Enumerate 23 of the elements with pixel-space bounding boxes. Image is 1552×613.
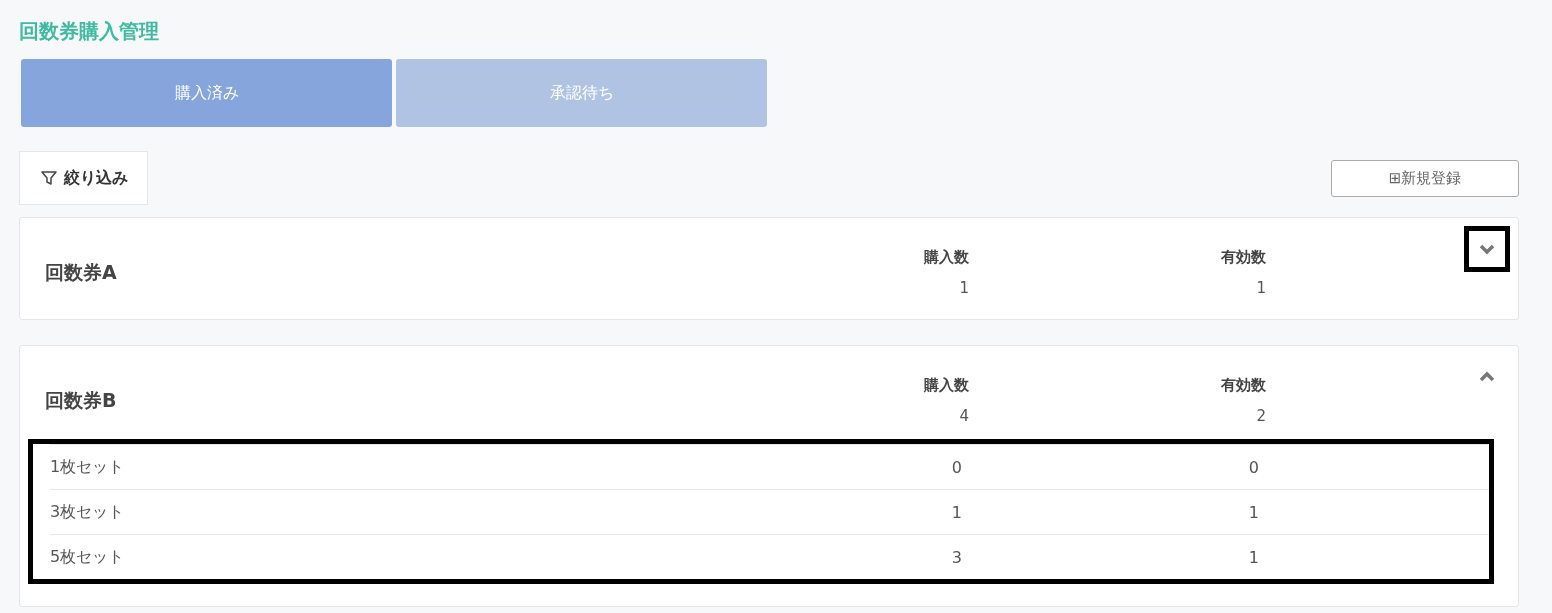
set-name: 5枚セット [50,546,126,568]
column-label: 有効数 [1221,248,1266,267]
set-name: 1枚セット [50,456,126,478]
column-label: 購入数 [924,248,969,267]
purchased-count: 1 [959,279,969,297]
filter-button[interactable]: 絞り込み [19,151,148,205]
valid-count: 1 [1248,502,1259,522]
valid-count: 0 [1248,457,1259,477]
column-label: 購入数 [924,376,969,395]
purchased-count: 0 [951,457,962,477]
column-label: 有効数 [1221,376,1266,395]
valid-count: 1 [1248,547,1259,567]
purchased-count: 1 [951,502,962,522]
ticket-name: 回数券B [45,387,117,413]
valid-count: 1 [1256,279,1266,297]
purchased-count: 3 [951,547,962,567]
new-registration-button[interactable]: ⊞新規登録 [1331,159,1519,197]
set-name: 3枚セット [50,501,126,523]
ticket-name: 回数券A [45,259,117,285]
valid-count: 2 [1256,407,1266,425]
filter-icon [39,169,58,187]
page-title: 回数券購入管理 [19,18,160,45]
purchased-count: 4 [959,407,969,425]
